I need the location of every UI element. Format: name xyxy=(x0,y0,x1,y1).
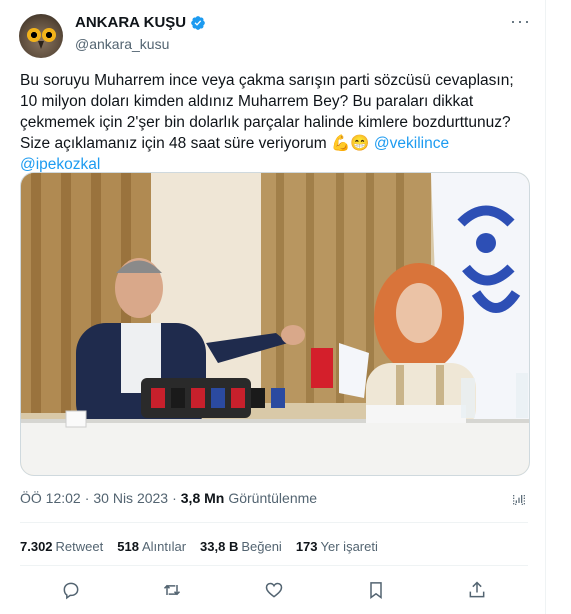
mention-link[interactable]: @ipekozkal xyxy=(20,156,100,173)
mention-link[interactable]: @vekilince xyxy=(374,135,449,152)
analytics-icon[interactable] xyxy=(511,490,527,508)
views-count: 3,8 Mn xyxy=(180,490,225,506)
bookmarks-count: 173 xyxy=(295,539,318,554)
likes-count: 33,8 B xyxy=(200,539,239,554)
meta-separator: · xyxy=(172,490,177,506)
quotes-label: Alıntılar xyxy=(141,539,187,554)
reply-icon xyxy=(63,582,79,600)
owl-beak xyxy=(38,41,44,49)
retweet-icon xyxy=(164,584,181,596)
like-button[interactable] xyxy=(257,573,291,607)
author-name[interactable]: ANKARA KUŞU xyxy=(75,14,186,31)
author-handle[interactable]: @ankara_kusu xyxy=(75,36,169,52)
retweets-stat[interactable]: 7.302 Retweet xyxy=(20,539,103,554)
divider xyxy=(20,565,528,566)
retweets-label: Retweet xyxy=(55,539,104,554)
author-name-row: ANKARA KUŞU xyxy=(75,14,206,31)
share-icon xyxy=(469,581,485,598)
views-label: Görüntülenme xyxy=(228,490,318,506)
retweet-button[interactable] xyxy=(155,573,189,607)
tweet-meta: ÖÖ 12:02 · 30 Nis 2023 · 3,8 Mn Görüntül… xyxy=(20,490,317,506)
tweet-text: Bu soruyu Muharrem ince veya çakma sarış… xyxy=(20,70,535,175)
author-avatar[interactable] xyxy=(19,14,63,58)
owl-eye-left xyxy=(27,28,41,42)
tweet-time[interactable]: ÖÖ 12:02 xyxy=(20,490,81,506)
press-conference-photo xyxy=(21,173,529,475)
retweets-count: 7.302 xyxy=(20,539,53,554)
likes-stat[interactable]: 33,8 B Beğeni xyxy=(200,539,282,554)
bookmarks-stat[interactable]: 173 Yer işareti xyxy=(296,539,378,554)
owl-eye-right xyxy=(42,28,56,42)
share-button[interactable] xyxy=(460,573,494,607)
action-bar xyxy=(20,573,528,607)
like-icon xyxy=(265,582,283,598)
quotes-stat[interactable]: 518 Alıntılar xyxy=(117,539,186,554)
bookmark-icon xyxy=(369,582,382,599)
tweet-card: ANKARA KUŞU @ankara_kusu ··· Bu soruyu M… xyxy=(0,0,546,614)
verified-badge-icon xyxy=(191,15,205,30)
reply-button[interactable] xyxy=(54,573,88,607)
meta-separator: · xyxy=(84,490,90,506)
likes-label: Beğeni xyxy=(241,539,282,554)
quotes-count: 518 xyxy=(117,539,139,554)
more-icon[interactable]: ··· xyxy=(510,12,530,34)
divider xyxy=(20,522,528,523)
bookmarks-label: Yer işareti xyxy=(320,539,378,554)
tweet-date[interactable]: 30 Nis 2023 xyxy=(93,490,168,506)
bookmark-button[interactable] xyxy=(359,573,393,607)
engagement-stats: 7.302 Retweet 518 Alıntılar 33,8 B Beğeni 1… xyxy=(20,539,392,554)
tweet-photo[interactable] xyxy=(20,172,530,476)
